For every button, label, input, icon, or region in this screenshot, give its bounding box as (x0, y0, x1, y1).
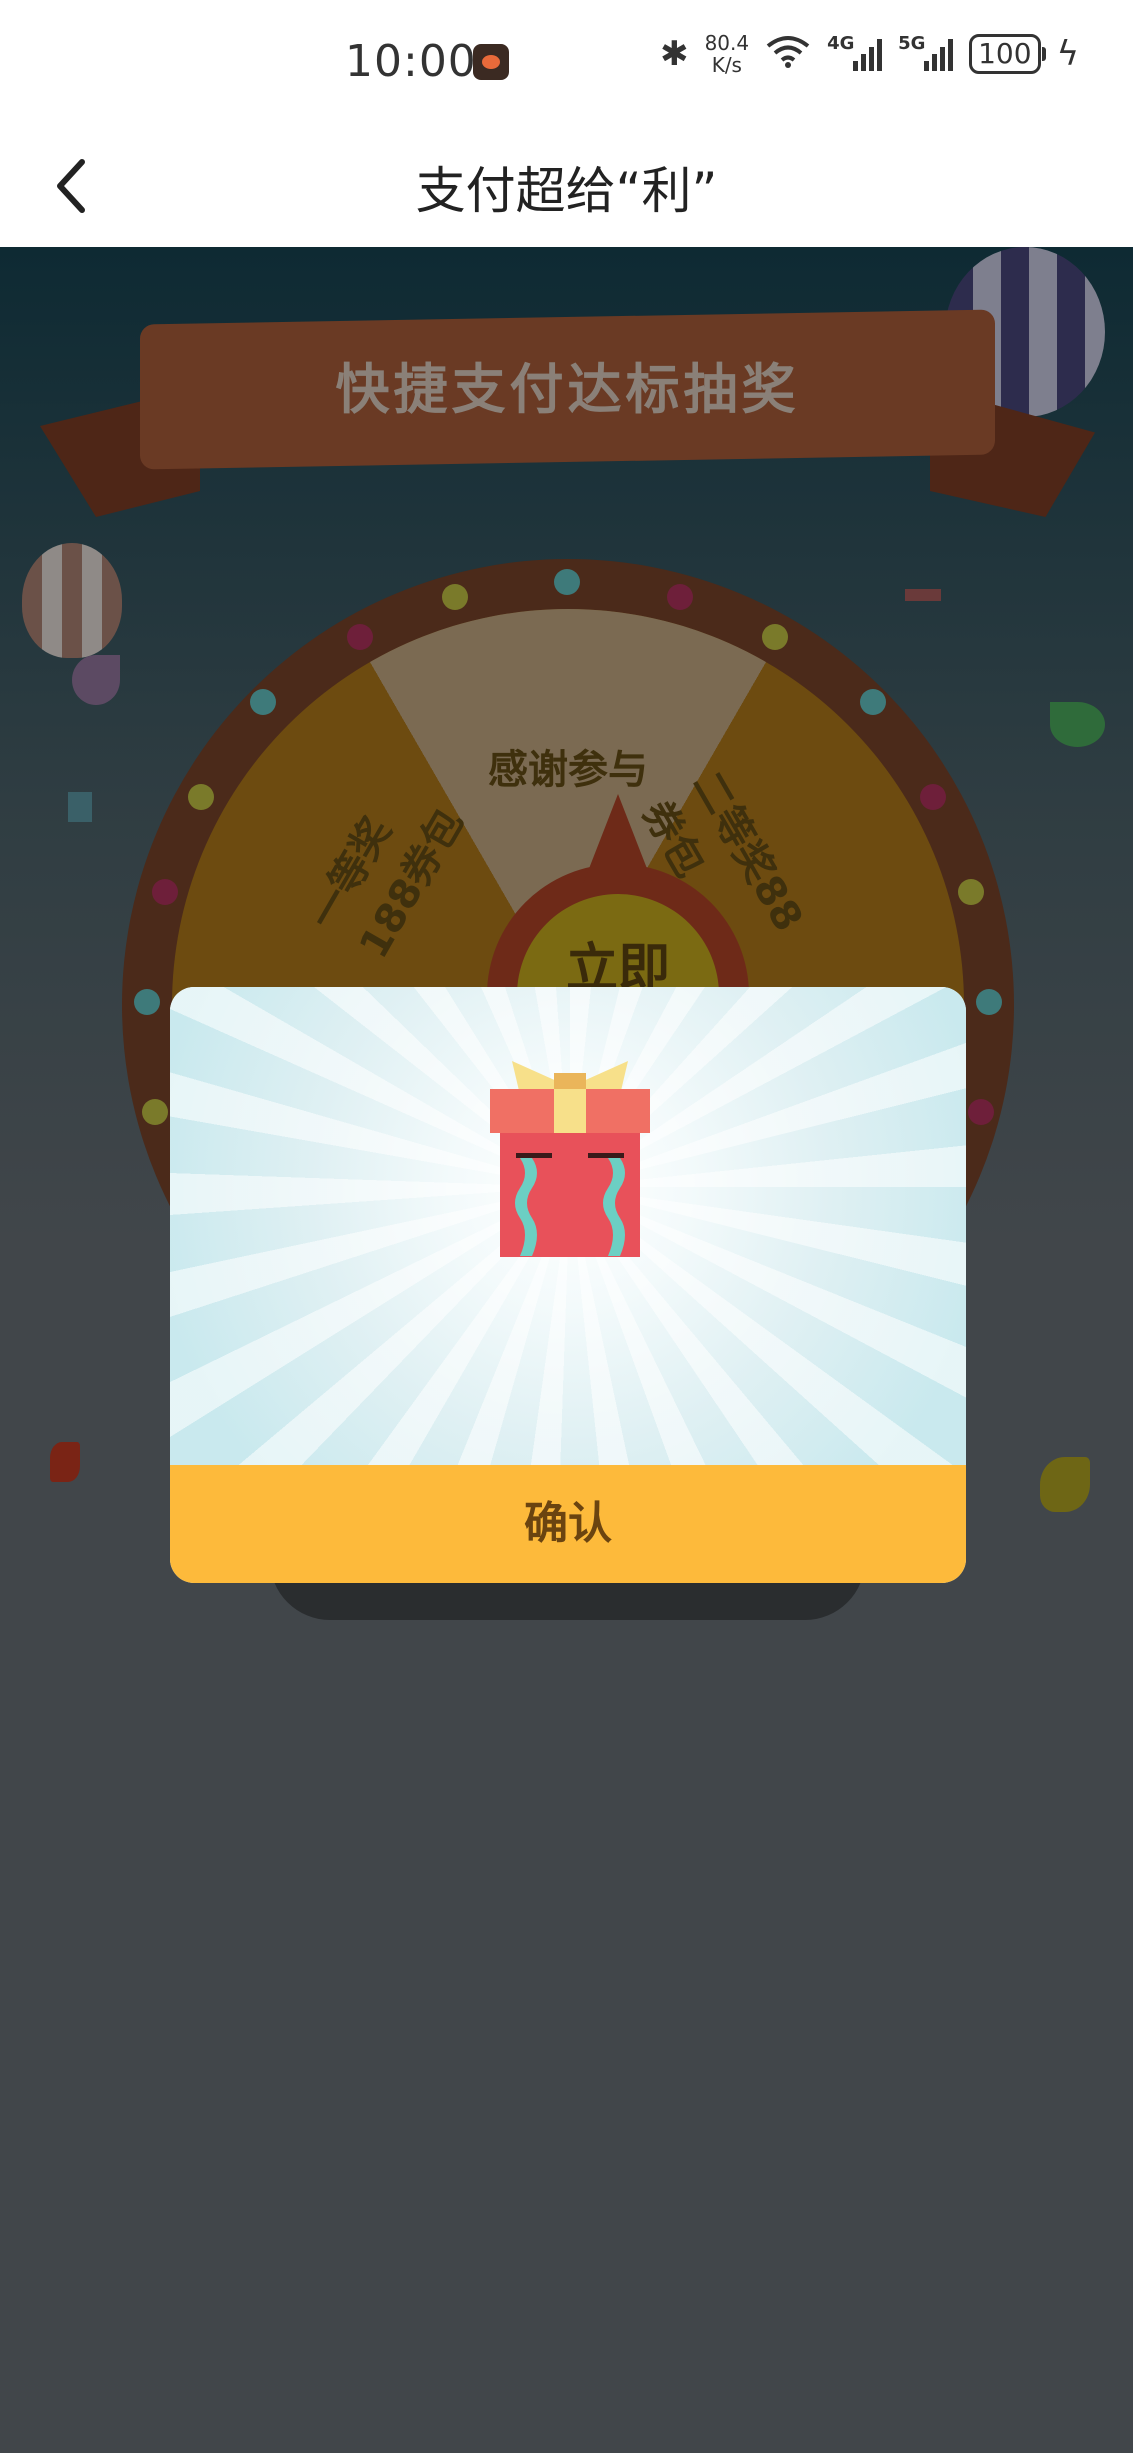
network-speed: 80.4 K/s (705, 32, 750, 76)
confetti-piece (1040, 1457, 1090, 1512)
confirm-button[interactable]: 确认 (170, 1465, 966, 1583)
wifi-icon (765, 34, 811, 74)
page-title: 支付超给“利” (415, 162, 718, 220)
wheel-light (442, 584, 468, 610)
signal-4g-icon: 4G (827, 33, 883, 71)
confetti-piece (905, 589, 941, 601)
app-notification-icon (473, 44, 509, 80)
confetti-piece (72, 655, 120, 705)
status-time: 10:00 (345, 36, 477, 87)
banner-title: 快捷支付达标抽奖 (335, 358, 800, 421)
hot-air-balloon-icon (22, 543, 122, 658)
wheel-light (976, 989, 1002, 1015)
wheel-light (142, 1099, 168, 1125)
battery-icon: 100 (969, 34, 1047, 74)
speed-unit: K/s (711, 53, 742, 77)
wheel-light (554, 569, 580, 595)
signal-5g-icon: 5G (898, 33, 954, 71)
prize-thanks: 感谢参与 (488, 747, 648, 793)
dialog-body (170, 987, 966, 1465)
net-type-1: 4G (827, 33, 855, 54)
confetti-piece (50, 1442, 80, 1482)
status-icons: ✱ 80.4 K/s 4G 5G 100 ϟ (660, 32, 1079, 76)
wheel-light (134, 989, 160, 1015)
crying-gift-icon (490, 1061, 650, 1257)
net-type-2: 5G (898, 33, 926, 54)
nav-header: 支付超给“利” (0, 125, 1133, 247)
speed-value: 80.4 (704, 31, 750, 55)
wheel-light (667, 584, 693, 610)
confetti-piece (68, 792, 92, 822)
charging-icon: ϟ (1056, 34, 1079, 74)
status-bar: 10:00 ✱ 80.4 K/s 4G 5G 100 ϟ (0, 0, 1133, 125)
wheel-light (968, 1099, 994, 1125)
confetti-piece (1050, 702, 1105, 747)
bluetooth-icon: ✱ (660, 34, 689, 74)
result-dialog: 确认 (170, 987, 966, 1583)
